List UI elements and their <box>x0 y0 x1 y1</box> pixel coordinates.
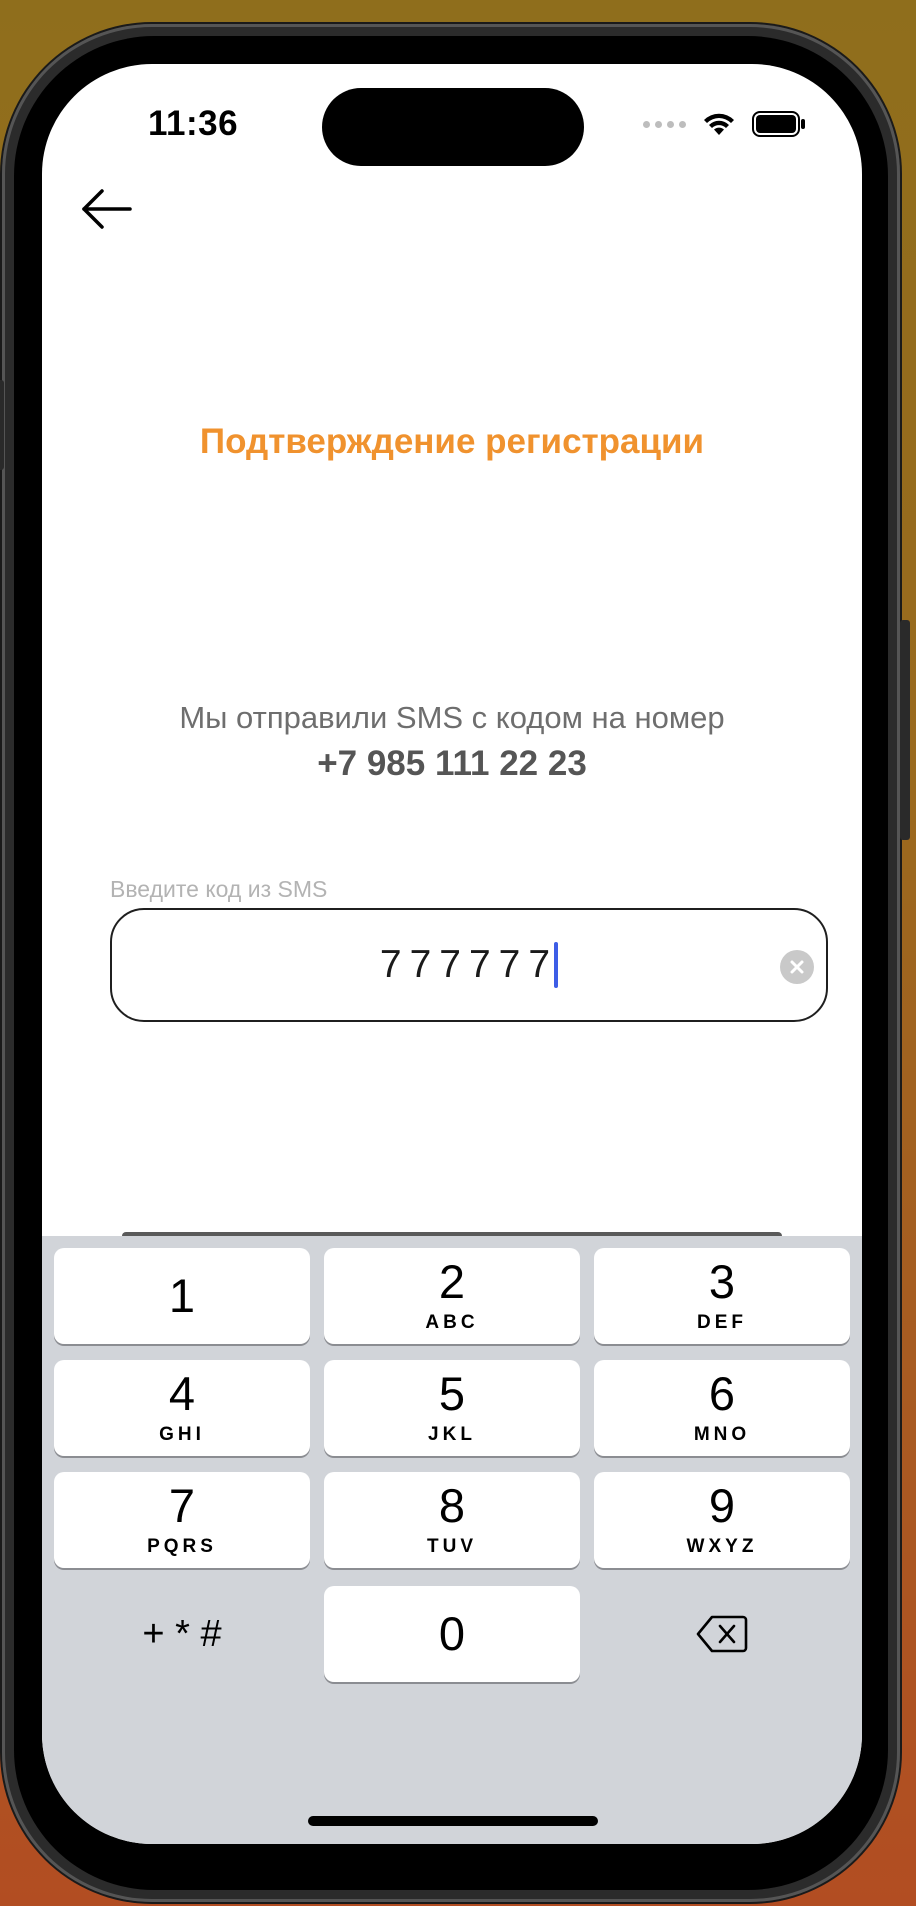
dynamic-island <box>322 88 584 166</box>
key-digit: 8 <box>438 1479 466 1532</box>
key-letters: ABC <box>425 1312 479 1333</box>
key-0[interactable]: 0 <box>324 1586 580 1682</box>
key-letters: JKL <box>428 1424 476 1445</box>
key-digit: 6 <box>708 1367 736 1420</box>
key-letters: GHI <box>159 1424 205 1445</box>
key-digit: 9 <box>708 1479 736 1532</box>
key-6[interactable]: 6 MNO <box>594 1360 850 1456</box>
phone-number: +7 985 111 22 23 <box>317 744 587 783</box>
key-1[interactable]: 1 <box>54 1248 310 1344</box>
key-digit: 7 <box>168 1479 196 1532</box>
numeric-keypad: 1 2 ABC 3 DEF 4 GHI 5 JKL 6 MNO 7 PQRS 8… <box>42 1236 862 1844</box>
side-button <box>0 380 4 470</box>
key-digit: 2 <box>438 1255 466 1308</box>
screen: 11:36 Подтверждение регистрации Мы отпра… <box>42 64 862 1844</box>
key-2[interactable]: 2 ABC <box>324 1248 580 1344</box>
delete-key[interactable] <box>594 1586 850 1682</box>
side-button <box>900 620 910 840</box>
battery-icon <box>752 111 805 137</box>
key-digit: 1 <box>168 1269 196 1322</box>
key-letters: PQRS <box>147 1536 217 1557</box>
key-digit: 0 <box>438 1607 466 1660</box>
key-letters: TUV <box>427 1536 477 1557</box>
clear-x-icon <box>790 960 804 974</box>
key-5[interactable]: 5 JKL <box>324 1360 580 1456</box>
key-letters: DEF <box>697 1312 747 1333</box>
key-digit: 3 <box>708 1255 736 1308</box>
key-8[interactable]: 8 TUV <box>324 1472 580 1568</box>
arrow-left-icon <box>82 189 132 229</box>
home-indicator[interactable] <box>308 1816 598 1826</box>
key-digit: 5 <box>438 1367 466 1420</box>
code-input-label: Введите код из SMS <box>110 876 328 902</box>
text-caret <box>554 942 559 988</box>
key-digit: 4 <box>168 1367 196 1420</box>
key-symbols[interactable]: + * # <box>54 1586 310 1682</box>
status-icons <box>643 108 806 140</box>
key-4[interactable]: 4 GHI <box>54 1360 310 1456</box>
status-time: 11:36 <box>148 104 239 143</box>
backspace-icon <box>696 1615 748 1653</box>
wifi-icon <box>704 113 734 135</box>
back-button[interactable] <box>72 174 142 244</box>
key-3[interactable]: 3 DEF <box>594 1248 850 1344</box>
key-letters: WXYZ <box>686 1536 758 1557</box>
clear-input-button[interactable] <box>780 950 814 984</box>
sms-code-input[interactable]: 777777 <box>110 908 828 1022</box>
signal-icon <box>643 120 686 128</box>
key-9[interactable]: 9 WXYZ <box>594 1472 850 1568</box>
key-letters: MNO <box>693 1424 751 1445</box>
page-title: Подтверждение регистрации <box>199 422 705 461</box>
sms-sent-message: Мы отправили SMS с кодом на номер <box>179 700 725 735</box>
key-7[interactable]: 7 PQRS <box>54 1472 310 1568</box>
code-value: 777777 <box>379 943 559 986</box>
